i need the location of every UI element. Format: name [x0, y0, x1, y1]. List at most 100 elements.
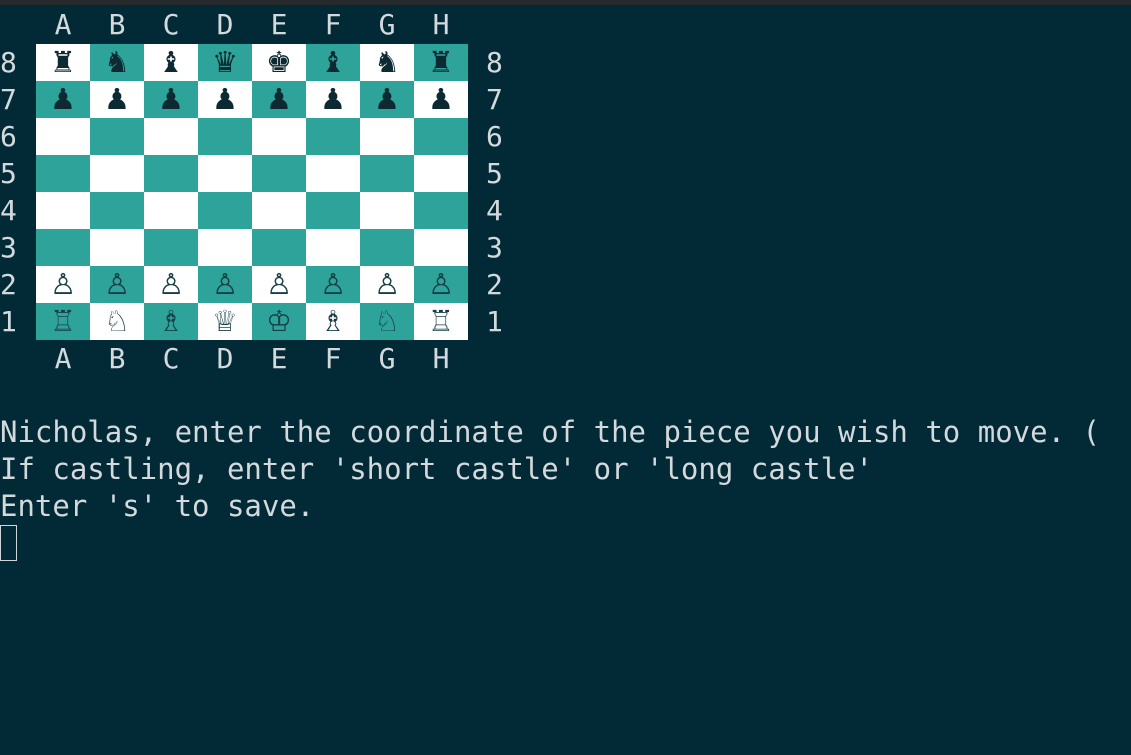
file-label: B: [108, 8, 126, 41]
board-square[interactable]: [306, 155, 360, 192]
board-square[interactable]: ♕: [198, 303, 252, 340]
board-square[interactable]: [90, 155, 144, 192]
rank-label: 4: [486, 194, 503, 227]
board-square[interactable]: ♙: [90, 266, 144, 303]
rank-label: 2: [0, 268, 17, 301]
board-square[interactable]: [306, 118, 360, 155]
rank-label: 1: [486, 305, 503, 338]
board-square[interactable]: [144, 155, 198, 192]
board-square[interactable]: ♟: [198, 81, 252, 118]
rank-label: 7: [486, 83, 503, 116]
board-square[interactable]: [414, 192, 468, 229]
board-square[interactable]: ♟: [414, 81, 468, 118]
board-square[interactable]: [144, 192, 198, 229]
board-square[interactable]: [198, 192, 252, 229]
board-square[interactable]: [306, 192, 360, 229]
board-square[interactable]: ♟: [360, 81, 414, 118]
rank-labels-right: 8 7 6 5 4 3 2 1: [486, 44, 516, 340]
board-square[interactable]: [90, 118, 144, 155]
terminal-cursor[interactable]: [0, 525, 17, 561]
save-hint: Enter 's' to save.: [0, 489, 315, 523]
rank-label: 6: [0, 120, 17, 153]
board-square[interactable]: ♙: [414, 266, 468, 303]
file-label: C: [162, 8, 180, 41]
board-square[interactable]: [360, 229, 414, 266]
board-square[interactable]: ♟: [144, 81, 198, 118]
board-square[interactable]: [414, 229, 468, 266]
board-square[interactable]: ♘: [90, 303, 144, 340]
board-square[interactable]: [198, 229, 252, 266]
file-label: D: [216, 8, 234, 41]
board-square[interactable]: [144, 118, 198, 155]
board-square[interactable]: [252, 155, 306, 192]
file-labels-bottom: A B C D E F G H: [36, 344, 468, 374]
board-square[interactable]: ♖: [414, 303, 468, 340]
board-square[interactable]: [90, 192, 144, 229]
file-label: H: [432, 342, 450, 375]
board-square[interactable]: ♜: [36, 44, 90, 81]
board-square[interactable]: [36, 192, 90, 229]
move-prompt: Nicholas, enter the coordinate of the pi…: [0, 415, 1100, 449]
board-square[interactable]: ♘: [360, 303, 414, 340]
file-label: E: [270, 8, 288, 41]
board-square[interactable]: [414, 155, 468, 192]
board-square[interactable]: [144, 229, 198, 266]
board-square[interactable]: ♖: [36, 303, 90, 340]
rank-label: 2: [486, 268, 503, 301]
rank-label: 1: [0, 305, 17, 338]
board-square[interactable]: [36, 155, 90, 192]
board-square[interactable]: ♟: [306, 81, 360, 118]
board-square[interactable]: ♟: [90, 81, 144, 118]
board-square[interactable]: ♚: [252, 44, 306, 81]
board-square[interactable]: ♜: [414, 44, 468, 81]
file-label: F: [324, 342, 342, 375]
file-label: A: [54, 342, 72, 375]
file-label: H: [432, 8, 450, 41]
board-square[interactable]: ♞: [90, 44, 144, 81]
board-square[interactable]: ♞: [360, 44, 414, 81]
board-square[interactable]: ♙: [360, 266, 414, 303]
rank-label: 8: [486, 46, 503, 79]
board-square[interactable]: ♙: [306, 266, 360, 303]
rank-label: 6: [486, 120, 503, 153]
file-label: D: [216, 342, 234, 375]
board-square[interactable]: [360, 118, 414, 155]
board-square[interactable]: ♙: [144, 266, 198, 303]
rank-label: 4: [0, 194, 17, 227]
board-square[interactable]: [90, 229, 144, 266]
board-square[interactable]: [252, 118, 306, 155]
rank-label: 7: [0, 83, 17, 116]
board-square[interactable]: ♗: [306, 303, 360, 340]
board-square[interactable]: [36, 118, 90, 155]
board-square[interactable]: [252, 229, 306, 266]
file-label: B: [108, 342, 126, 375]
board-square[interactable]: ♟: [36, 81, 90, 118]
board-square[interactable]: ♙: [252, 266, 306, 303]
rank-label: 5: [486, 157, 503, 190]
rank-label: 3: [486, 231, 503, 264]
rank-label: 3: [0, 231, 17, 264]
file-labels-top: A B C D E F G H: [36, 10, 468, 40]
board-square[interactable]: ♝: [306, 44, 360, 81]
board-square[interactable]: [360, 155, 414, 192]
castling-hint: If castling, enter 'short castle' or 'lo…: [0, 452, 873, 486]
board-square[interactable]: [252, 192, 306, 229]
board-square[interactable]: ♟: [252, 81, 306, 118]
board-square[interactable]: ♛: [198, 44, 252, 81]
rank-label: 8: [0, 46, 17, 79]
board-square[interactable]: [360, 192, 414, 229]
board-square[interactable]: [414, 118, 468, 155]
board-square[interactable]: ♙: [198, 266, 252, 303]
board-square[interactable]: ♙: [36, 266, 90, 303]
board-square[interactable]: ♔: [252, 303, 306, 340]
board-square[interactable]: ♗: [144, 303, 198, 340]
board-square[interactable]: [198, 155, 252, 192]
file-label: E: [270, 342, 288, 375]
board-square[interactable]: ♝: [144, 44, 198, 81]
terminal-output: Nicholas, enter the coordinate of the pi…: [0, 414, 1131, 525]
board-square[interactable]: [198, 118, 252, 155]
board-square[interactable]: [36, 229, 90, 266]
file-label: F: [324, 8, 342, 41]
file-label: G: [378, 342, 396, 375]
board-square[interactable]: [306, 229, 360, 266]
